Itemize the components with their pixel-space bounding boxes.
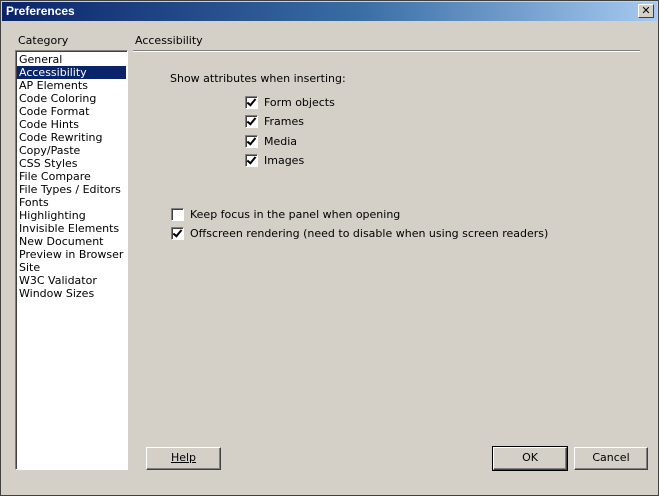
form-objects-checkbox[interactable] (245, 95, 258, 109)
category-list[interactable]: General Accessibility AP Elements Code C… (15, 50, 128, 470)
category-item-invisible-elements[interactable]: Invisible Elements (17, 222, 126, 235)
category-item-new-document[interactable]: New Document (17, 235, 126, 248)
images-label: Images (264, 153, 305, 167)
ok-button[interactable]: OK (492, 446, 568, 471)
frames-label: Frames (264, 114, 305, 128)
offscreen-rendering-label: Offscreen rendering (need to disable whe… (190, 226, 549, 240)
category-item-copy-paste[interactable]: Copy/Paste (17, 144, 126, 157)
offscreen-rendering-checkbox[interactable] (171, 226, 184, 240)
category-item-fonts[interactable]: Fonts (17, 196, 126, 209)
category-item-code-format[interactable]: Code Format (17, 105, 126, 118)
category-item-accessibility[interactable]: Accessibility (17, 66, 126, 79)
offscreen-rendering-option[interactable]: Offscreen rendering (need to disable whe… (171, 226, 548, 240)
media-checkbox[interactable] (245, 134, 258, 148)
title-bar: Preferences ✕ (2, 2, 657, 21)
help-button-label: Help (170, 451, 197, 464)
keep-focus-label: Keep focus in the panel when opening (190, 207, 401, 221)
keep-focus-checkbox[interactable] (171, 207, 184, 221)
category-item-code-rewriting[interactable]: Code Rewriting (17, 131, 126, 144)
category-item-preview-in-browser[interactable]: Preview in Browser (17, 248, 126, 261)
frames-option[interactable]: Frames (245, 114, 304, 128)
frames-checkbox[interactable] (245, 114, 258, 128)
section-title: Accessibility (135, 34, 203, 47)
category-item-file-types-editors[interactable]: File Types / Editors (17, 183, 126, 196)
category-item-code-coloring[interactable]: Code Coloring (17, 92, 126, 105)
category-item-window-sizes[interactable]: Window Sizes (17, 287, 126, 300)
category-item-code-hints[interactable]: Code Hints (17, 118, 126, 131)
media-option[interactable]: Media (245, 134, 297, 148)
category-item-ap-elements[interactable]: AP Elements (17, 79, 126, 92)
show-attributes-label: Show attributes when inserting: (170, 72, 346, 85)
close-icon[interactable]: ✕ (638, 4, 654, 18)
form-objects-label: Form objects (264, 95, 335, 109)
category-item-w3c-validator[interactable]: W3C Validator (17, 274, 126, 287)
images-checkbox[interactable] (245, 153, 258, 167)
images-option[interactable]: Images (245, 153, 304, 167)
help-button[interactable]: Help (146, 447, 221, 470)
media-label: Media (264, 134, 298, 148)
category-item-file-compare[interactable]: File Compare (17, 170, 126, 183)
category-item-css-styles[interactable]: CSS Styles (17, 157, 126, 170)
category-item-general[interactable]: General (17, 53, 126, 66)
category-item-highlighting[interactable]: Highlighting (17, 209, 126, 222)
window-title: Preferences (6, 4, 75, 18)
preferences-dialog: Preferences ✕ Category General Accessibi… (0, 0, 659, 496)
keep-focus-option[interactable]: Keep focus in the panel when opening (171, 207, 400, 221)
category-label: Category (18, 34, 69, 47)
category-item-site[interactable]: Site (17, 261, 126, 274)
cancel-button[interactable]: Cancel (574, 447, 648, 470)
section-divider (133, 50, 640, 52)
form-objects-option[interactable]: Form objects (245, 95, 335, 109)
